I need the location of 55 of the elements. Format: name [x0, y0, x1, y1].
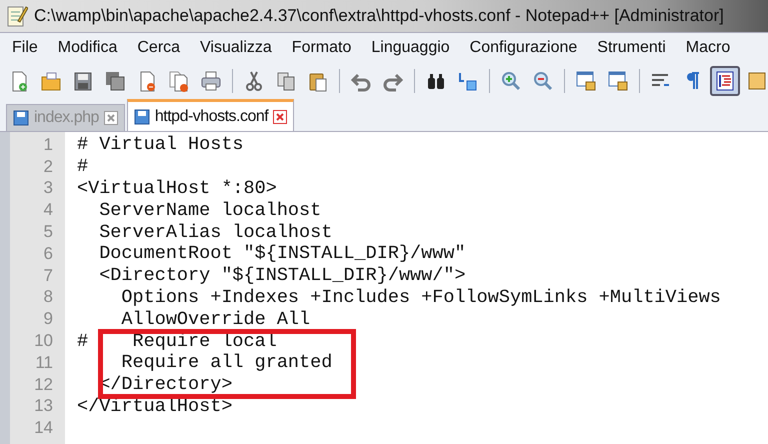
menu-item[interactable]: Configurazione [460, 39, 588, 57]
close-icon[interactable] [104, 111, 118, 125]
open-folder-icon [40, 70, 62, 92]
line-number: 10 [33, 330, 54, 352]
save-icon [134, 108, 150, 124]
code-line: # [77, 156, 88, 178]
menu-item[interactable]: Formato [282, 39, 362, 57]
code-line: Require all granted [120, 352, 332, 374]
code-line: <VirtualHost *:80> [77, 178, 277, 199]
line-number: 11 [34, 352, 54, 374]
line-number: 5 [42, 221, 54, 243]
print-icon [200, 70, 222, 92]
line-number: 3 [42, 178, 54, 200]
menu-item[interactable]: Linguaggio [361, 39, 460, 57]
menu-item[interactable]: Macro [676, 39, 740, 57]
menu-item[interactable]: File [2, 39, 48, 57]
code-line: # Virtual Hosts [77, 134, 244, 156]
zoom-out-icon [532, 70, 554, 92]
close-icon[interactable] [273, 110, 288, 124]
notepad-icon [6, 4, 28, 28]
menu-item[interactable]: Cerca [127, 39, 190, 57]
scissors-icon [243, 70, 265, 92]
code-line: ServerAlias localhost [98, 222, 332, 243]
tab-label: httpd-vhosts.conf [154, 108, 268, 126]
menu-item[interactable]: Modifica [48, 39, 128, 57]
save-icon [72, 70, 94, 92]
line-number: 2 [42, 156, 54, 178]
code-line: DocumentRoot "${INSTALL_DIR}/www" [98, 243, 466, 264]
indent-guide-icon [714, 70, 736, 92]
line-number: 8 [42, 286, 54, 308]
line-number: 1 [42, 134, 54, 156]
line-number: 14 [33, 417, 54, 440]
code-line: </VirtualHost> [77, 396, 232, 417]
save-icon [13, 110, 29, 126]
menu-item[interactable]: Strumenti [587, 39, 676, 57]
window-title: C:\wamp\bin\apache\apache2.4.37\conf\extra\httpd-vhosts.conf - Notepad++ [Administrator] [34, 6, 724, 26]
save-all-icon [104, 70, 126, 92]
line-number: 12 [33, 374, 54, 396]
code-line: Options +Indexes +Includes +FollowSymLinks +MultiViews [120, 286, 721, 308]
zoom-in-icon [500, 70, 522, 92]
code-line: ServerName localhost [98, 200, 322, 221]
line-number: 13 [33, 396, 54, 418]
line-number: 6 [42, 242, 54, 265]
tab-label: index.php [34, 109, 99, 127]
code-line: </Directory> [98, 374, 232, 396]
line-number: 9 [42, 308, 54, 330]
toolbar-button[interactable] [710, 66, 740, 96]
file-tab[interactable]: httpd-vhosts.conf [126, 99, 294, 131]
code-line: <Directory "${INSTALL_DIR}/www/"> [98, 265, 466, 286]
line-number: 4 [42, 199, 54, 222]
close-all-icon [168, 70, 190, 92]
menu-item[interactable]: Visualizza [190, 39, 282, 57]
line-number: 7 [42, 264, 54, 287]
copy-icon [275, 70, 297, 92]
code-line: AllowOverride All [120, 308, 310, 330]
